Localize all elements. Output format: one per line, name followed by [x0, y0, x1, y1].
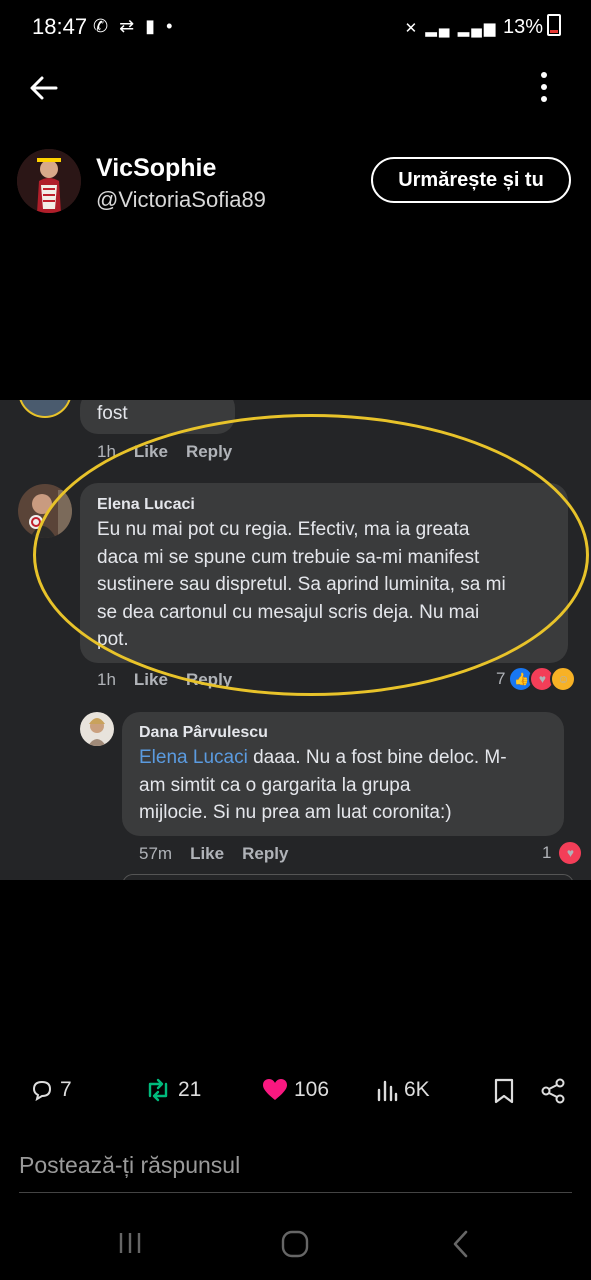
- recent-apps-icon[interactable]: [117, 1230, 143, 1261]
- bookmark-button[interactable]: [493, 1078, 515, 1104]
- like-count: 106: [294, 1078, 330, 1101]
- reply-author: Dana Pârvulescu: [139, 724, 268, 741]
- back-arrow-icon[interactable]: [26, 70, 62, 106]
- reply-time: 57m: [139, 844, 173, 863]
- reply-link: Reply: [242, 844, 289, 863]
- status-bar: 18:47 ✆ ⇄ ▮ • ✕ ▂▄ ▂▄▆ 13%: [0, 0, 591, 56]
- status-notification-icons: ✆ ⇄ ▮ •: [93, 16, 176, 36]
- heart-reaction-icon: ♥: [557, 840, 584, 866]
- tweet-action-bar: 7 21 106 6K: [0, 1072, 591, 1112]
- back-nav-icon[interactable]: [450, 1229, 472, 1264]
- reply-line: mijlocie. Si nu prea am luat coronita:): [139, 802, 452, 823]
- reply-text: Elena Lucaci daaa. Nu a fost bine deloc.…: [139, 744, 559, 827]
- follow-button[interactable]: Urmărește și tu: [371, 157, 571, 203]
- commenter-avatar-partial: [18, 400, 72, 418]
- heart-icon: [263, 1079, 287, 1100]
- status-time: 18:47: [32, 14, 88, 39]
- reply-action[interactable]: 7: [30, 1078, 72, 1102]
- reply-count: 7: [60, 1078, 72, 1101]
- care-reaction-icon: ☺: [550, 666, 577, 692]
- views-icon: [377, 1080, 398, 1102]
- battery-percent: 13%: [502, 16, 543, 38]
- share-icon: [541, 1078, 565, 1104]
- reaction-count: 1: [542, 843, 552, 862]
- more-options-icon[interactable]: [530, 68, 558, 108]
- reply-reaction-summary: 1 ♥: [542, 840, 584, 866]
- signal-icon: ✕ ▂▄ ▂▄▆: [404, 20, 498, 37]
- system-nav-bar: [0, 1215, 591, 1275]
- profile-display-name[interactable]: VicSophie: [96, 154, 216, 183]
- reaction-summary: 7 👍 ♥ ☺: [496, 666, 577, 692]
- reaction-count: 7: [496, 669, 506, 688]
- profile-handle[interactable]: @VictoriaSofia89: [96, 187, 266, 213]
- reply-meta: 57m Like Reply: [139, 844, 288, 864]
- profile-avatar[interactable]: [17, 149, 81, 213]
- comment-time: 1h: [97, 670, 116, 689]
- retweet-icon: [148, 1078, 168, 1102]
- comment-text-partial: fost: [97, 403, 128, 424]
- reply-line-text: daaa. Nu a fost bine deloc. M-: [247, 747, 507, 768]
- home-icon[interactable]: [281, 1230, 309, 1263]
- views-action[interactable]: 6K: [376, 1078, 430, 1102]
- retweet-count: 21: [178, 1078, 202, 1101]
- reply-avatar: [80, 712, 114, 746]
- share-button[interactable]: [540, 1078, 566, 1104]
- mention-link: Elena Lucaci: [139, 747, 248, 768]
- post-image[interactable]: fost 1h Like Reply Elena Lucaci Eu nu mai …: [0, 400, 591, 880]
- status-right: ✕ ▂▄ ▂▄▆ 13%: [405, 14, 561, 39]
- reply-input-underline: [19, 1192, 572, 1193]
- reply-input[interactable]: Postează-ți răspunsul: [19, 1152, 240, 1179]
- views-count: 6K: [404, 1078, 430, 1101]
- write-reply-box-partial: [122, 874, 574, 880]
- retweet-action[interactable]: 21: [144, 1078, 201, 1102]
- like-link: Like: [190, 844, 225, 863]
- reply-line: Elena Lucaci daaa. Nu a fost bine deloc.…: [139, 744, 559, 772]
- reply-line: am simtit ca o gargarita la grupa: [139, 774, 411, 796]
- bookmark-icon: [494, 1078, 514, 1104]
- like-action[interactable]: 106: [262, 1078, 329, 1102]
- battery-icon: [547, 14, 561, 36]
- highlight-oval: [33, 414, 589, 696]
- reply-icon: [32, 1080, 52, 1102]
